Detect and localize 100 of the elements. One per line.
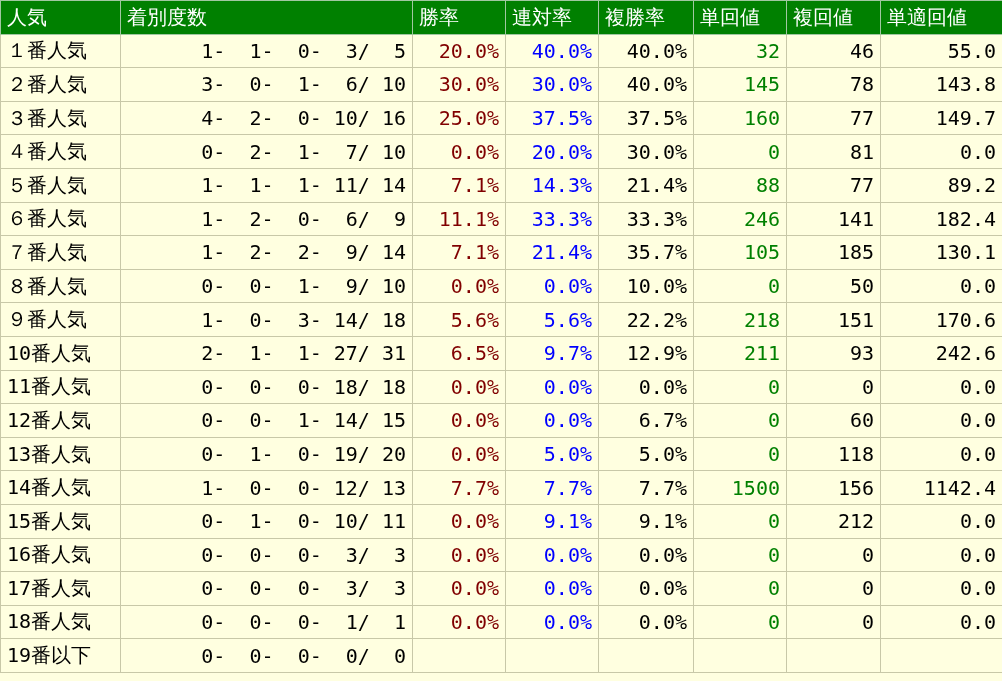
table-cell: 40.0%: [598, 34, 694, 68]
column-header: 勝率: [412, 0, 506, 35]
table-cell: 14番人気: [0, 470, 121, 505]
table-cell: 0- 0- 0- 3/ 3: [120, 571, 413, 606]
table-cell: 5.6%: [412, 302, 506, 337]
table-cell: 4- 2- 0- 10/ 16: [120, 101, 413, 135]
column-header: 単適回値: [880, 0, 1002, 35]
table-cell: 218: [693, 302, 787, 337]
table-cell: 0: [693, 571, 787, 606]
table-cell: 32: [693, 34, 787, 68]
table-cell: 0.0%: [598, 571, 694, 606]
table-cell: 0.0%: [598, 538, 694, 572]
table-cell: 10.0%: [598, 269, 694, 303]
table-cell: 1- 0- 0- 12/ 13: [120, 470, 413, 505]
table-cell: 60: [786, 403, 881, 438]
table-cell: 12番人気: [0, 403, 121, 438]
table-cell: 0: [786, 605, 881, 639]
table-cell: 0.0%: [412, 437, 506, 471]
table-cell: 50: [786, 269, 881, 303]
table-cell: 145: [693, 67, 787, 102]
table-cell: 0: [693, 504, 787, 538]
table-cell: 30.0%: [412, 67, 506, 102]
table-cell: 212: [786, 504, 881, 538]
table-cell: 21.4%: [598, 168, 694, 203]
table-cell: 246: [693, 202, 787, 236]
table-cell: ２番人気: [0, 67, 121, 102]
table-cell: 0: [693, 269, 787, 303]
table-cell: 16番人気: [0, 538, 121, 572]
table-cell: 1142.4: [880, 470, 1002, 505]
table-cell: 6.5%: [412, 336, 506, 371]
table-cell: ７番人気: [0, 235, 121, 270]
table-cell: 93: [786, 336, 881, 371]
table-cell: 0.0: [880, 504, 1002, 538]
table-cell: 15番人気: [0, 504, 121, 538]
table-cell: 14.3%: [505, 168, 599, 203]
table-cell: 0: [693, 134, 787, 169]
table-cell: 13番人気: [0, 437, 121, 471]
table-cell: 77: [786, 101, 881, 135]
table-cell: 22.2%: [598, 302, 694, 337]
table-cell: 0- 0- 1- 14/ 15: [120, 403, 413, 438]
table-cell: 7.1%: [412, 168, 506, 203]
table-cell: 0.0: [880, 605, 1002, 639]
column-header: 複勝率: [598, 0, 694, 35]
table-cell: 7.7%: [505, 470, 599, 505]
table-cell: ８番人気: [0, 269, 121, 303]
table-cell: 0- 0- 0- 0/ 0: [120, 638, 413, 673]
table-cell: 0.0: [880, 437, 1002, 471]
table-cell: 149.7: [880, 101, 1002, 135]
table-cell: ５番人気: [0, 168, 121, 203]
table-cell: 160: [693, 101, 787, 135]
table-cell: 0: [786, 538, 881, 572]
table-cell: 0.0: [880, 403, 1002, 438]
table-cell: 20.0%: [505, 134, 599, 169]
table-cell: 0.0%: [412, 571, 506, 606]
table-cell: 55.0: [880, 34, 1002, 68]
table-cell: 0.0%: [598, 605, 694, 639]
table-cell: 0- 1- 0- 19/ 20: [120, 437, 413, 471]
table-cell: 9.1%: [598, 504, 694, 538]
table-cell: 0.0%: [505, 538, 599, 572]
table-cell: 1- 2- 2- 9/ 14: [120, 235, 413, 270]
table-cell: ４番人気: [0, 134, 121, 169]
table-cell: 5.0%: [505, 437, 599, 471]
table-cell: 211: [693, 336, 787, 371]
table-cell: 21.4%: [505, 235, 599, 270]
table-cell: 78: [786, 67, 881, 102]
table-cell: 118: [786, 437, 881, 471]
table-cell: 0.0: [880, 134, 1002, 169]
table-cell: 0.0%: [412, 605, 506, 639]
table-cell: 156: [786, 470, 881, 505]
table-cell: 19番以下: [0, 638, 121, 673]
table-cell: 0.0: [880, 538, 1002, 572]
table-cell: 0: [693, 437, 787, 471]
table-cell: 1- 1- 1- 11/ 14: [120, 168, 413, 203]
column-header: 着別度数: [120, 0, 413, 35]
table-cell: 81: [786, 134, 881, 169]
table-cell: 242.6: [880, 336, 1002, 371]
table-cell: 0.0%: [412, 370, 506, 404]
table-cell: 141: [786, 202, 881, 236]
table-cell: 1500: [693, 470, 787, 505]
column-header: 複回値: [786, 0, 881, 35]
table-cell: 30.0%: [505, 67, 599, 102]
table-cell: 0- 2- 1- 7/ 10: [120, 134, 413, 169]
table-cell: 77: [786, 168, 881, 203]
table-cell: 0.0%: [505, 605, 599, 639]
table-cell: 30.0%: [598, 134, 694, 169]
table-cell: 1- 1- 0- 3/ 5: [120, 34, 413, 68]
column-header: 連対率: [505, 0, 599, 35]
table-cell: 0.0: [880, 571, 1002, 606]
table-cell: 0.0%: [505, 269, 599, 303]
table-cell: 9.1%: [505, 504, 599, 538]
table-cell: 0.0%: [412, 403, 506, 438]
table-cell: 0: [693, 538, 787, 572]
table-cell: 0.0%: [412, 538, 506, 572]
table-cell: 0- 0- 1- 9/ 10: [120, 269, 413, 303]
table-cell: 0.0: [880, 370, 1002, 404]
table-cell: 46: [786, 34, 881, 68]
table-cell: 25.0%: [412, 101, 506, 135]
table-cell: 170.6: [880, 302, 1002, 337]
table-cell: 18番人気: [0, 605, 121, 639]
table-cell: 9.7%: [505, 336, 599, 371]
